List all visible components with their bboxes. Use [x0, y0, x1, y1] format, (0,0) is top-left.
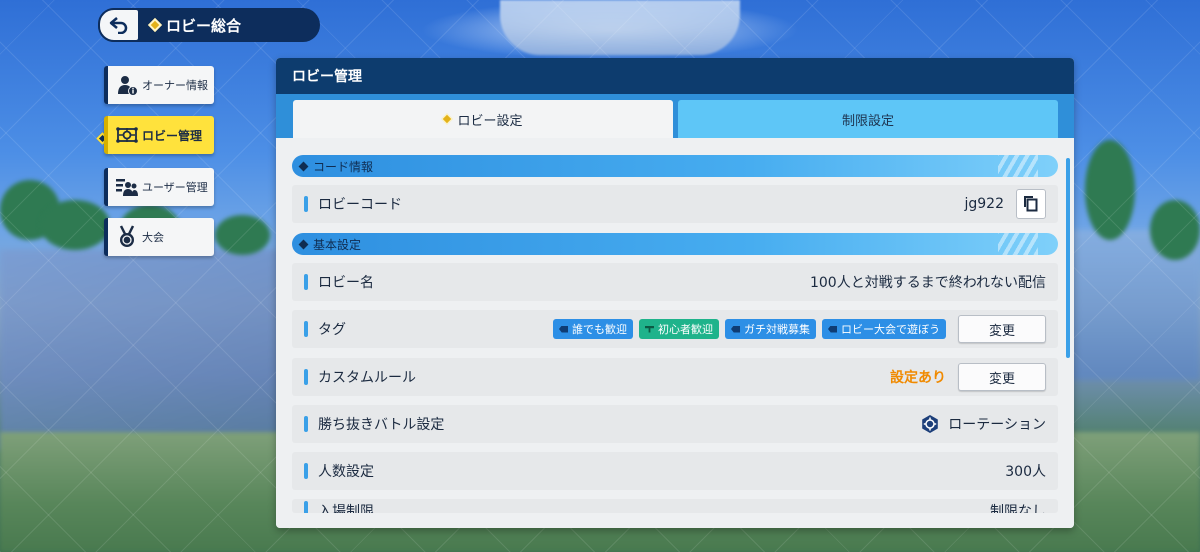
page-title: ロビー総合 [147, 15, 242, 36]
tag-icon [559, 325, 568, 333]
sidebar-item-tournament[interactable]: 大会 [104, 218, 214, 256]
tag-badge: ガチ対戦募集 [725, 319, 816, 339]
back-arrow-icon [109, 17, 128, 34]
diamond-icon [298, 161, 309, 171]
tab-lobby-settings[interactable]: ロビー設定 [293, 100, 673, 138]
row-label: タグ [318, 322, 346, 338]
change-tags-button[interactable]: 変更 [958, 315, 1046, 343]
sidebar-item-label: ユーザー管理 [142, 181, 208, 194]
tab-label: 制限設定 [841, 113, 894, 129]
row-label: カスタムルール [318, 370, 416, 386]
tab-label: ロビー設定 [457, 113, 523, 129]
rotation-icon [922, 415, 939, 433]
row-label: ロビーコード [318, 197, 402, 213]
medal-icon [114, 224, 140, 250]
beginner-icon [645, 325, 654, 333]
row-entry-limit: 入場制限 制限なし [292, 499, 1058, 513]
lobby-manage-icon [114, 122, 140, 148]
copy-icon [1024, 196, 1038, 212]
change-custom-rule-button[interactable]: 変更 [958, 363, 1046, 391]
row-player-count: 人数設定 300人 [292, 452, 1058, 490]
diamond-icon [147, 17, 163, 33]
player-count-value: 300人 [1005, 464, 1046, 480]
sidebar-item-lobby-manage[interactable]: ロビー管理 [104, 116, 214, 154]
row-tags: タグ 誰でも歓迎 初心者歓迎 ガチ対戦募集 ロビー大会で遊ぼう 変更 [292, 310, 1058, 348]
section-header-code: コード情報 [292, 155, 1058, 177]
tab-restriction-settings[interactable]: 制限設定 [678, 100, 1058, 138]
panel-title: ロビー管理 [276, 58, 1074, 94]
top-header: ロビー総合 [98, 8, 320, 42]
row-custom-rule: カスタムルール 設定あり 変更 [292, 358, 1058, 396]
section-title: 基本設定 [313, 237, 362, 252]
row-label: 人数設定 [318, 464, 374, 480]
row-lobby-name: ロビー名 100人と対戦するまで終われない配信 [292, 263, 1058, 301]
owner-info-icon [114, 72, 140, 98]
tag-icon [731, 325, 740, 333]
user-manage-icon [114, 174, 140, 200]
tag-badge: 誰でも歓迎 [553, 319, 633, 339]
lobby-code-value: jg922 [964, 196, 1005, 212]
sidebar-item-owner-info[interactable]: オーナー情報 [104, 66, 214, 104]
tag-icon [828, 325, 837, 333]
custom-rule-status: 設定あり [890, 370, 946, 386]
sidebar-item-label: オーナー情報 [142, 79, 208, 92]
copy-code-button[interactable] [1016, 189, 1046, 219]
diamond-icon [298, 239, 309, 249]
lobby-name-value: 100人と対戦するまで終われない配信 [809, 275, 1046, 291]
tag-badge: ロビー大会で遊ぼう [822, 319, 946, 339]
row-lobby-code: ロビーコード jg922 [292, 185, 1058, 223]
section-title: コード情報 [313, 159, 374, 174]
back-button[interactable] [98, 8, 140, 42]
header-title-text: ロビー総合 [166, 16, 242, 35]
entry-limit-value: 制限なし [990, 504, 1046, 513]
battle-setting-value: ローテーション [920, 414, 1046, 434]
section-header-basic: 基本設定 [292, 233, 1058, 255]
tag-badge: 初心者歓迎 [639, 319, 719, 339]
row-label: 入場制限 [318, 504, 374, 513]
lobby-manage-panel: ロビー管理 ロビー設定 制限設定 コード情報 ロビーコード jg922 基本設定… [276, 58, 1074, 528]
diamond-icon [441, 113, 454, 125]
row-battle-setting: 勝ち抜きバトル設定 ローテーション [292, 405, 1058, 443]
settings-list[interactable]: コード情報 ロビーコード jg922 基本設定 ロビー名 100人と対戦するまで… [276, 138, 1074, 528]
sidebar-item-label: 大会 [142, 231, 164, 244]
row-label: ロビー名 [318, 275, 374, 291]
tag-list: 誰でも歓迎 初心者歓迎 ガチ対戦募集 ロビー大会で遊ぼう [553, 319, 946, 339]
scrollbar[interactable] [1066, 158, 1070, 358]
sidebar-item-user-manage[interactable]: ユーザー管理 [104, 168, 214, 206]
sidebar-item-label: ロビー管理 [142, 128, 203, 143]
row-label: 勝ち抜きバトル設定 [318, 417, 445, 433]
